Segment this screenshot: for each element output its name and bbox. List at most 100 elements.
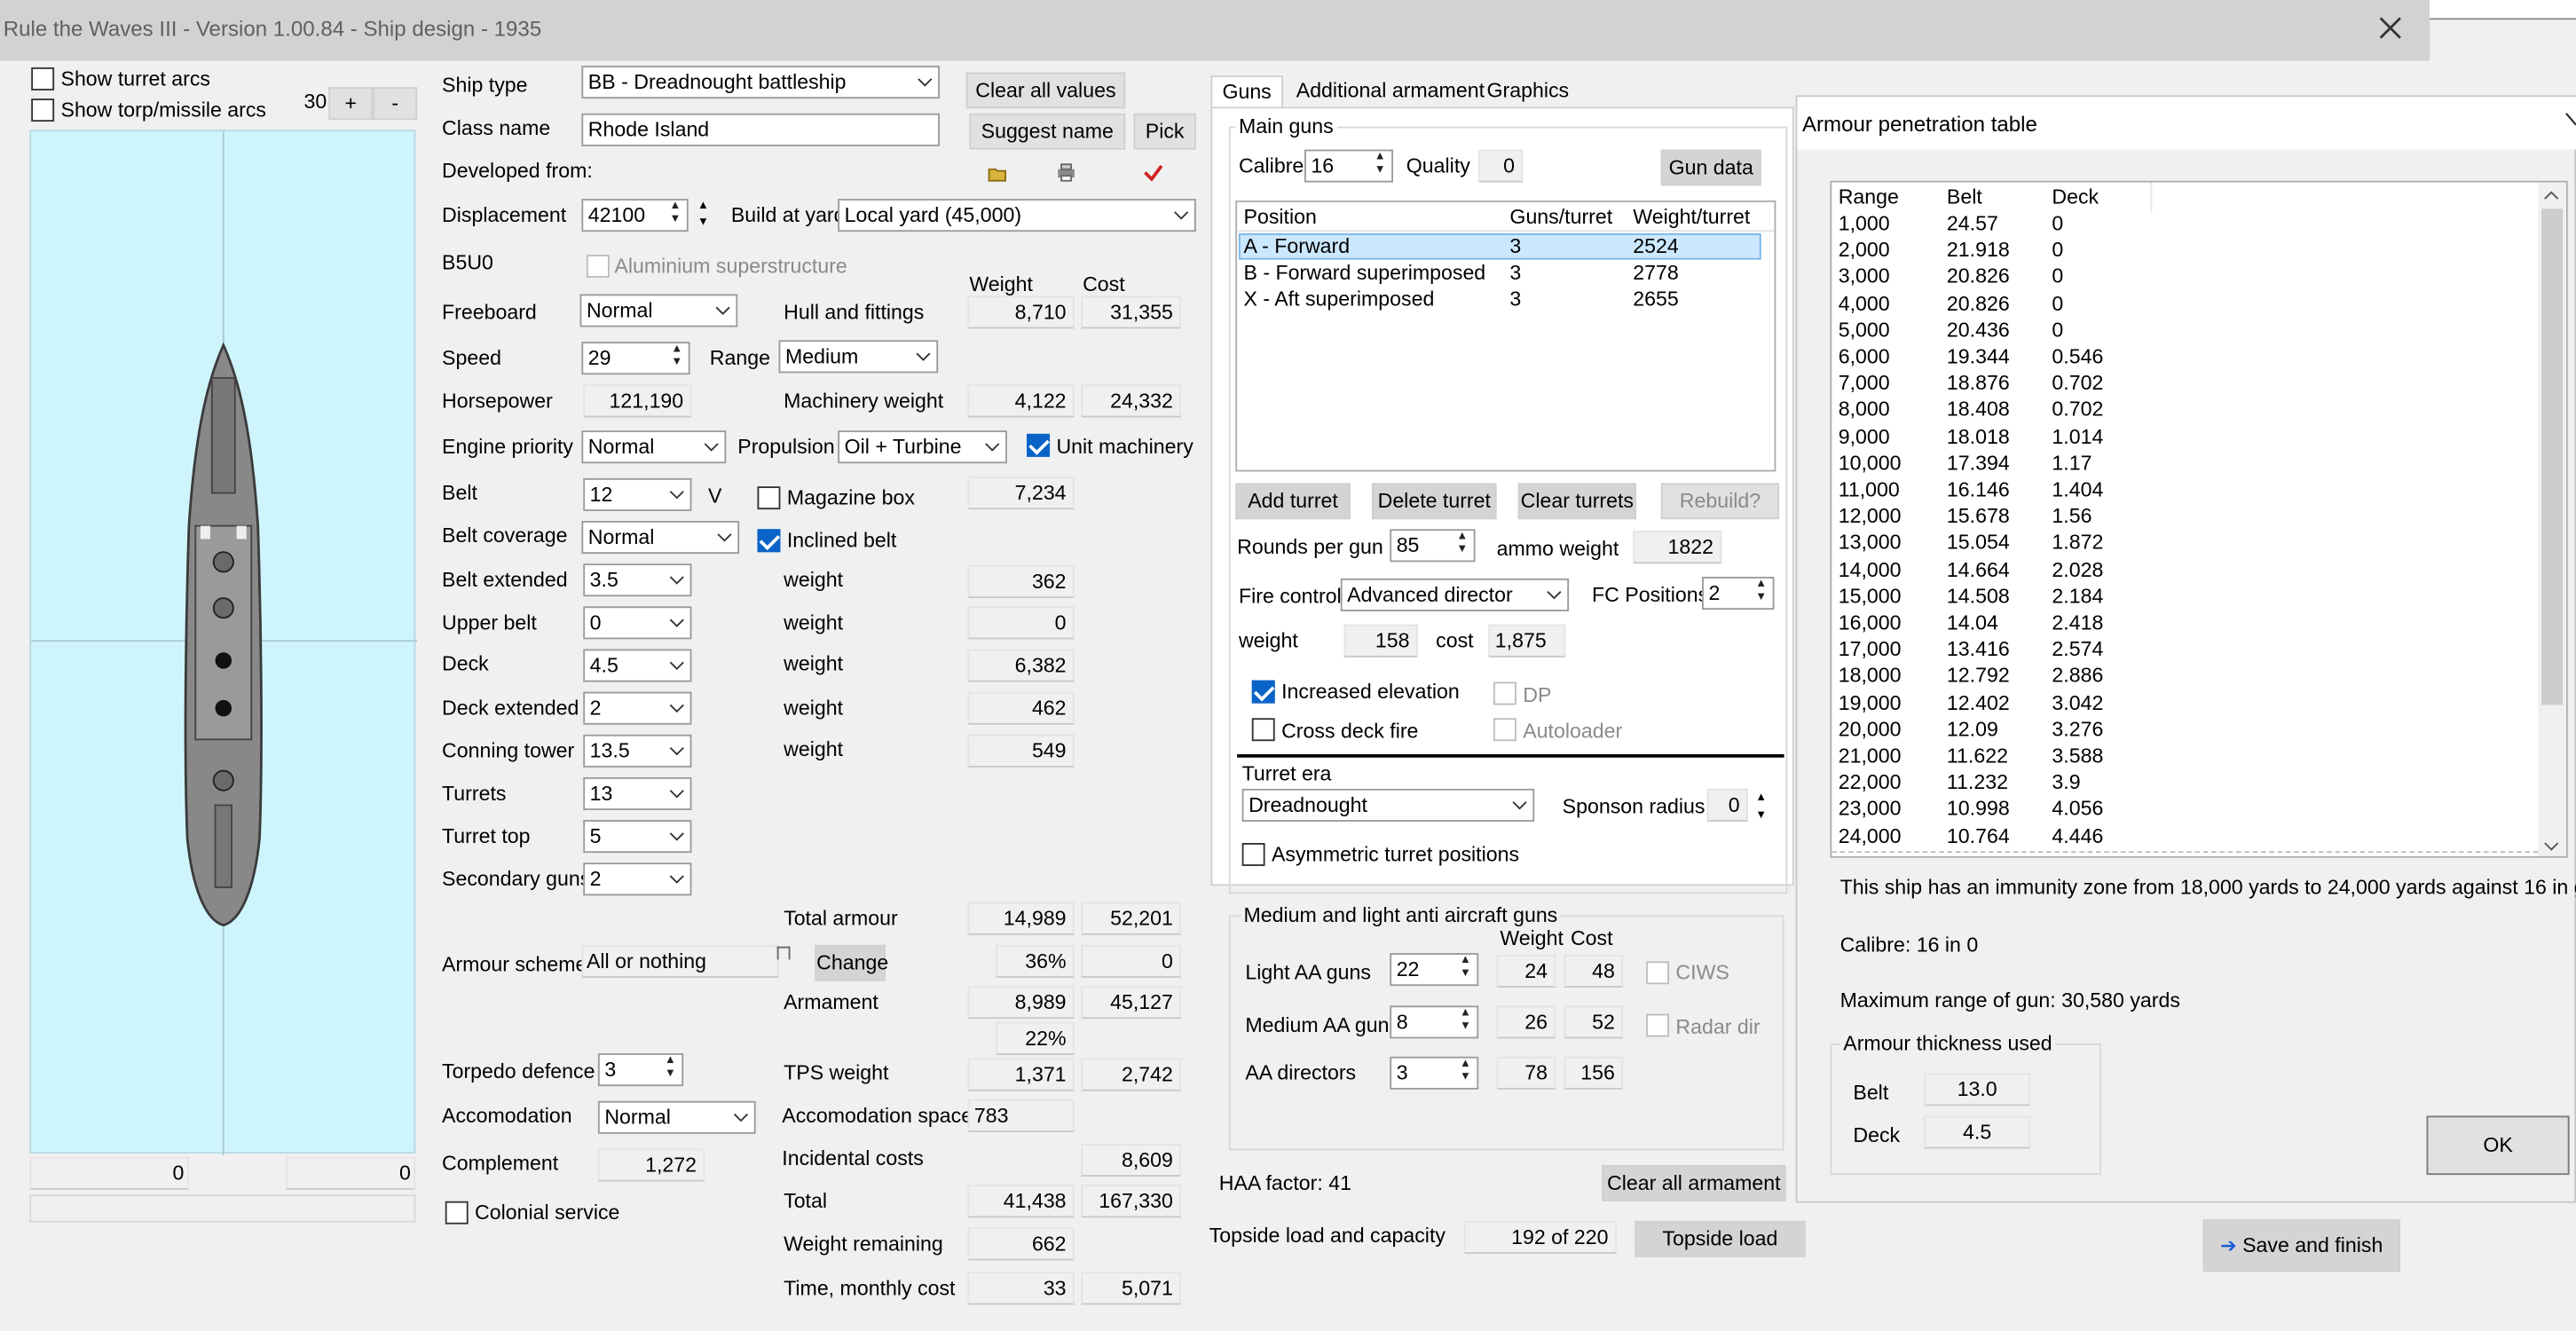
printer-icon[interactable]	[1056, 162, 1075, 182]
table-row[interactable]: 11,000 16.146 1.404	[1832, 478, 2538, 505]
table-row[interactable]: 18,000 12.792 2.886	[1832, 665, 2538, 691]
calibre-spinner[interactable]: 16 ▲ ▼	[1304, 149, 1393, 183]
turret-list[interactable]: Position Guns/turret Weight/turret A - F…	[1235, 200, 1776, 472]
clear-all-values-button[interactable]: Clear all values	[965, 72, 1126, 109]
tab-additional-armament[interactable]: Additional armament	[1287, 75, 1494, 108]
dp-checkbox[interactable]	[1493, 681, 1516, 705]
table-row[interactable]: 13,000 15.054 1.872	[1832, 532, 2538, 558]
table-row[interactable]: 12,000 15.678 1.56	[1832, 505, 2538, 532]
cross-deck-checkbox[interactable]	[1251, 718, 1275, 742]
close-icon[interactable]	[2375, 13, 2405, 43]
ship-type-dropdown[interactable]: BB - Dreadnought battleship	[581, 66, 941, 99]
upper-belt-dropdown[interactable]: 0	[583, 606, 692, 640]
build-yard-dropdown[interactable]: Local yard (45,000)	[838, 199, 1196, 232]
clear-all-armament-button[interactable]: Clear all armament	[1602, 1164, 1786, 1201]
clear-turrets-button[interactable]: Clear turrets	[1517, 483, 1636, 520]
topside-load-button[interactable]: Topside load	[1635, 1220, 1806, 1257]
change-button[interactable]: Change	[815, 944, 888, 981]
gun-data-button[interactable]: Gun data	[1660, 149, 1761, 186]
scrollbar[interactable]	[2538, 182, 2566, 856]
belt-extended-dropdown[interactable]: 3.5	[583, 563, 692, 597]
inclined-belt-checkbox[interactable]	[757, 529, 781, 553]
belt-coverage-dropdown[interactable]: Normal	[581, 521, 740, 555]
asymmetric-checkbox[interactable]	[1241, 843, 1265, 866]
rounds-spinner[interactable]: 85 ▲ ▼	[1390, 529, 1476, 563]
fire-control-dropdown[interactable]: Advanced director	[1340, 578, 1570, 611]
table-row[interactable]: 23,000 10.998 4.056	[1832, 798, 2538, 824]
table-row[interactable]: 15,000 14.508 2.184	[1832, 585, 2538, 611]
aluminium-checkbox[interactable]	[586, 255, 610, 278]
table-row[interactable]: 9,000 18.018 1.014	[1832, 425, 2538, 452]
turret-era-dropdown[interactable]: Dreadnought	[1241, 788, 1535, 822]
aa-directors-spinner[interactable]: 3 ▲ ▼	[1390, 1056, 1479, 1090]
freeboard-dropdown[interactable]: Normal	[579, 294, 738, 327]
table-row[interactable]: 10,000 17.394 1.17	[1832, 452, 2538, 478]
class-name-input[interactable]: Rhode Island	[581, 113, 941, 146]
rebuild-button[interactable]: Rebuild?	[1660, 483, 1780, 520]
range-dropdown[interactable]: Medium	[778, 340, 939, 374]
table-row[interactable]: 5,000 20.436 0	[1832, 319, 2538, 345]
propulsion-dropdown[interactable]: Oil + Turbine	[838, 430, 1007, 464]
table-row[interactable]: 16,000 14.04 2.418	[1832, 611, 2538, 638]
table-row[interactable]: 22,000 11.232 3.9	[1832, 771, 2538, 798]
tab-guns[interactable]: Guns	[1210, 75, 1283, 109]
arc-plus-button[interactable]: +	[328, 87, 374, 121]
unit-machinery-checkbox[interactable]	[1027, 433, 1051, 457]
tab-graphics[interactable]: Graphics	[1477, 75, 1579, 108]
arc-minus-button[interactable]: -	[373, 87, 418, 121]
table-row[interactable]: 14,000 14.664 2.028	[1832, 558, 2538, 585]
scroll-down-icon[interactable]	[2543, 837, 2560, 854]
light-aa-spinner[interactable]: 22 ▲ ▼	[1390, 953, 1479, 987]
table-row[interactable]: 24,000 10.764 4.446	[1832, 824, 2538, 851]
belt-dropdown[interactable]: 12	[583, 477, 692, 511]
fc-positions-spinner[interactable]: 2 ▲ ▼	[1702, 577, 1775, 610]
table-row[interactable]: A - Forward 3 2524	[1238, 232, 1761, 260]
scroll-up-icon[interactable]	[2543, 185, 2560, 202]
table-row[interactable]: 17,000 13.416 2.574	[1832, 638, 2538, 665]
table-row[interactable]: B - Forward superimposed 3 2778	[1239, 260, 1761, 287]
autoloader-checkbox[interactable]	[1493, 718, 1516, 742]
ok-button[interactable]: OK	[2426, 1115, 2570, 1176]
table-row[interactable]: 8,000 18.408 0.702	[1832, 398, 2538, 425]
table-row[interactable]: 20,000 12.09 3.276	[1832, 718, 2538, 744]
table-row[interactable]: 19,000 12.402 3.042	[1832, 691, 2538, 718]
radar-dir-checkbox[interactable]	[1646, 1013, 1670, 1037]
accomodation-dropdown[interactable]: Normal	[597, 1100, 756, 1134]
table-row[interactable]: 2,000 21.918 0	[1832, 239, 2538, 265]
table-row[interactable]: 1,000 24.57 0	[1832, 212, 2538, 239]
show-turret-arcs-checkbox[interactable]	[31, 67, 55, 91]
pick-button[interactable]: Pick	[1133, 113, 1196, 150]
show-torp-arcs-checkbox[interactable]	[31, 98, 55, 122]
delete-turret-button[interactable]: Delete turret	[1371, 483, 1497, 520]
turret-top-dropdown[interactable]: 5	[583, 820, 692, 854]
colonial-service-checkbox[interactable]	[445, 1201, 469, 1225]
penetration-list[interactable]: Range Belt Deck 1,000 24.57 0 2,000 21.918 0 3…	[1830, 180, 2568, 858]
magazine-box-checkbox[interactable]	[757, 486, 781, 510]
deck-extended-dropdown[interactable]: 2	[583, 691, 692, 725]
table-row[interactable]: 6,000 19.344 0.546	[1832, 345, 2538, 372]
table-row[interactable]: 7,000 18.876 0.702	[1832, 372, 2538, 398]
speed-spinner[interactable]: 29 ▲ ▼	[581, 342, 690, 375]
displacement-arrows-icon[interactable]: ▲ ▼	[695, 199, 712, 232]
secondary-guns-dropdown[interactable]: 2	[583, 862, 692, 896]
save-and-finish-button[interactable]: ➔ Save and finish	[2202, 1219, 2400, 1272]
torpedo-defence-spinner[interactable]: 3 ▲ ▼	[597, 1053, 684, 1087]
displacement-spinner[interactable]: 42100 ▲ ▼	[581, 199, 689, 232]
dialog-close-icon[interactable]	[2564, 108, 2576, 131]
turrets-dropdown[interactable]: 13	[583, 776, 692, 810]
suggest-name-button[interactable]: Suggest name	[969, 113, 1126, 150]
sponson-arrows-icon[interactable]: ▲ ▼	[1753, 789, 1769, 825]
conning-tower-dropdown[interactable]: 13.5	[583, 734, 692, 768]
folder-icon[interactable]	[988, 164, 1007, 182]
ciws-checkbox[interactable]	[1646, 961, 1670, 985]
table-row[interactable]: 3,000 20.826 0	[1832, 265, 2538, 292]
deck-dropdown[interactable]: 4.5	[583, 649, 692, 682]
increased-elevation-checkbox[interactable]	[1251, 680, 1275, 704]
table-row[interactable]: X - Aft superimposed 3 2655	[1239, 286, 1761, 312]
engine-priority-dropdown[interactable]: Normal	[581, 430, 727, 464]
table-row[interactable]: 21,000 11.622 3.588	[1832, 744, 2538, 771]
checkmark-icon[interactable]	[1144, 162, 1163, 182]
add-turret-button[interactable]: Add turret	[1235, 483, 1351, 520]
scrollbar-thumb[interactable]	[2541, 209, 2564, 705]
table-row[interactable]: 4,000 20.826 0	[1832, 292, 2538, 319]
